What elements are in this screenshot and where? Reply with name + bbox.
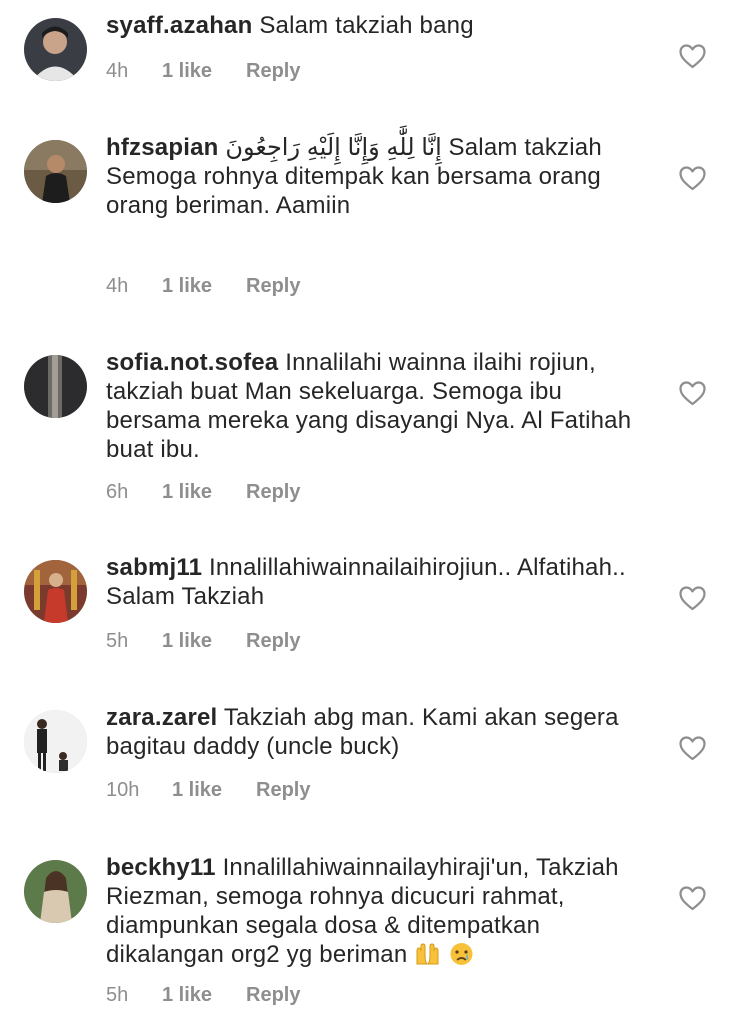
comment-likes[interactable]: 1 like	[172, 779, 256, 802]
comment-username[interactable]: sabmj11	[106, 554, 202, 581]
comment-body: sabmj11 Innalillahiwainnailaihirojiun.. …	[106, 553, 651, 611]
avatar[interactable]	[24, 710, 87, 773]
comment-likes[interactable]: 1 like	[162, 60, 246, 83]
avatar[interactable]	[24, 140, 87, 203]
avatar[interactable]	[24, 860, 87, 923]
comment-username[interactable]: zara.zarel	[106, 704, 217, 731]
comment-time: 10h	[106, 779, 140, 801]
comment-likes[interactable]: 1 like	[162, 481, 246, 504]
comment-meta: 4h 1 like Reply	[106, 60, 300, 83]
avatar[interactable]	[24, 355, 87, 418]
comment-username[interactable]: hfzsapian	[106, 134, 218, 161]
heart-icon[interactable]	[679, 586, 706, 611]
comment-likes[interactable]: 1 like	[162, 984, 246, 1007]
comment-meta: 4h 1 like Reply	[106, 275, 300, 298]
heart-icon[interactable]	[679, 736, 706, 761]
comment-meta: 5h 1 like Reply	[106, 984, 300, 1007]
comment-meta: 6h 1 like Reply	[106, 481, 300, 504]
comment-body: sofia.not.sofea Innalilahi wainna ilaihi…	[106, 348, 651, 464]
comment-meta: 5h 1 like Reply	[106, 630, 300, 653]
comment-body: syaff.azahan Salam takziah bang	[106, 11, 651, 40]
crying-face-icon	[448, 942, 475, 966]
comment-username[interactable]: beckhy11	[106, 854, 216, 881]
reply-button[interactable]: Reply	[246, 984, 300, 1007]
comment-body: beckhy11 Innalillahiwainnailayhiraji'un,…	[106, 853, 651, 969]
comments-list: syaff.azahan Salam takziah bang 4h 1 lik…	[0, 0, 748, 1024]
comment-time: 5h	[106, 630, 129, 652]
comment-time: 5h	[106, 984, 129, 1006]
heart-icon[interactable]	[679, 381, 706, 406]
heart-icon[interactable]	[679, 886, 706, 911]
avatar[interactable]	[24, 560, 87, 623]
comment-username[interactable]: syaff.azahan	[106, 12, 252, 39]
heart-icon[interactable]	[679, 166, 706, 191]
reply-button[interactable]: Reply	[246, 630, 300, 653]
comment-likes[interactable]: 1 like	[162, 630, 246, 653]
comment-body: zara.zarel Takziah abg man. Kami akan se…	[106, 703, 651, 761]
reply-button[interactable]: Reply	[246, 481, 300, 504]
raised-hands-icon	[414, 942, 441, 966]
reply-button[interactable]: Reply	[246, 60, 300, 83]
comment-text: Salam takziah bang	[259, 12, 474, 39]
comment-username[interactable]: sofia.not.sofea	[106, 349, 278, 376]
heart-icon[interactable]	[679, 44, 706, 69]
reply-button[interactable]: Reply	[246, 275, 300, 298]
comment-meta: 10h 1 like Reply	[106, 779, 310, 802]
comment-body: hfzsapian إِنَّا لِلَّٰهِ وَإِنَّا إِلَي…	[106, 133, 651, 220]
comment-time: 6h	[106, 481, 129, 503]
reply-button[interactable]: Reply	[256, 779, 310, 802]
comment-time: 4h	[106, 60, 129, 82]
avatar[interactable]	[24, 18, 87, 81]
comment-likes[interactable]: 1 like	[162, 275, 246, 298]
comment-time: 4h	[106, 275, 129, 297]
